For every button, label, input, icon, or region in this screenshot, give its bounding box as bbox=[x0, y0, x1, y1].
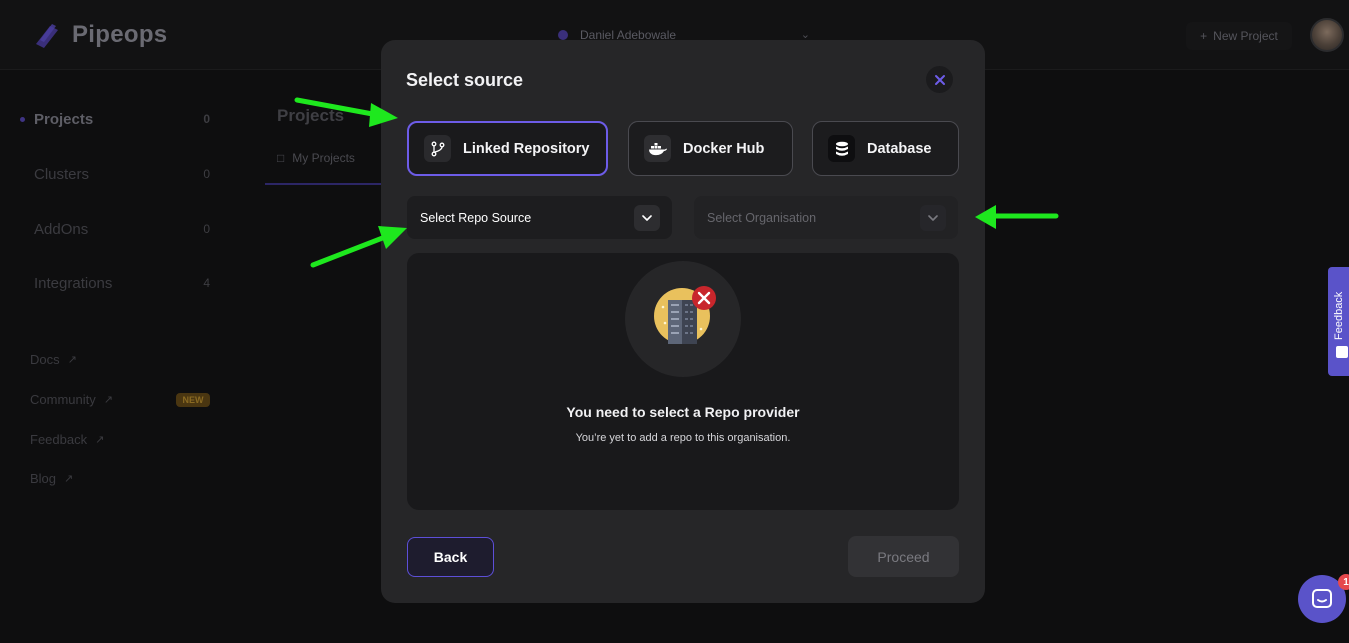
back-button[interactable]: Back bbox=[407, 537, 494, 577]
external-link-icon: ↗ bbox=[103, 394, 113, 406]
proceed-button[interactable]: Proceed bbox=[848, 536, 959, 577]
sidebar-item-count: 0 bbox=[203, 112, 210, 126]
repo-source-placeholder: Select Repo Source bbox=[420, 210, 532, 225]
user-avatar[interactable] bbox=[1310, 18, 1344, 52]
sidebar-item-label: AddOns bbox=[34, 220, 89, 238]
new-project-button[interactable]: + New Project bbox=[1186, 22, 1292, 50]
tab-docker-hub[interactable]: Docker Hub bbox=[628, 121, 793, 176]
sidebar-link-docs[interactable]: Docs ↗ bbox=[30, 352, 77, 367]
tab-my-projects[interactable]: □ My Projects bbox=[277, 151, 355, 165]
database-icon bbox=[828, 135, 855, 162]
sidebar-link-community[interactable]: Community ↗ bbox=[30, 392, 113, 407]
empty-state-subtitle: You’re yet to add a repo to this organis… bbox=[575, 432, 791, 444]
organisation-placeholder: Select Organisation bbox=[707, 210, 817, 225]
select-source-modal: Select source Linked Repository Docker H… bbox=[381, 40, 985, 603]
empty-state-illustration bbox=[625, 261, 741, 377]
docker-whale-icon bbox=[644, 135, 671, 162]
sidebar-link-label: Feedback bbox=[30, 432, 88, 447]
tab-database[interactable]: Database bbox=[812, 121, 959, 176]
feedback-icon bbox=[1336, 346, 1348, 358]
sidebar-link-label: Community bbox=[30, 392, 96, 407]
sidebar-item-label: Projects bbox=[34, 110, 94, 128]
sidebar-link-feedback[interactable]: Feedback ↗ bbox=[30, 432, 104, 447]
chevron-down-icon bbox=[634, 205, 660, 231]
sidebar-item-addons[interactable]: AddOns 0 bbox=[34, 217, 210, 241]
sidebar-link-label: Blog bbox=[30, 471, 57, 486]
sidebar-link-label: Docs bbox=[30, 352, 60, 367]
app-name: Pipeops bbox=[72, 21, 168, 48]
tab-linked-repository[interactable]: Linked Repository bbox=[407, 121, 608, 176]
page-title: Projects bbox=[277, 106, 345, 125]
new-project-label: New Project bbox=[1213, 29, 1278, 43]
plus-icon: + bbox=[1200, 29, 1208, 43]
document-icon: □ bbox=[277, 151, 285, 165]
sidebar-item-projects[interactable]: Projects 0 bbox=[34, 107, 210, 131]
sidebar-item-count: 0 bbox=[203, 222, 210, 236]
active-indicator bbox=[20, 117, 25, 122]
sidebar-item-count: 4 bbox=[203, 276, 210, 290]
modal-title: Select source bbox=[406, 70, 524, 90]
empty-state-panel: You need to select a Repo provider You’r… bbox=[407, 253, 959, 510]
pipeops-logo-icon bbox=[36, 24, 58, 48]
tab-label: Docker Hub bbox=[683, 140, 765, 157]
empty-state-title: You need to select a Repo provider bbox=[566, 404, 800, 420]
new-badge: NEW bbox=[176, 393, 210, 407]
app-logo[interactable]: Pipeops bbox=[30, 18, 167, 52]
server-error-icon bbox=[654, 286, 716, 344]
chat-notification-badge: 1 bbox=[1338, 574, 1349, 590]
external-link-icon: ↗ bbox=[64, 473, 74, 485]
tab-underline bbox=[265, 183, 395, 185]
org-avatar bbox=[558, 30, 568, 40]
external-link-icon: ↗ bbox=[67, 354, 77, 366]
sidebar: Projects 0 Clusters 0 AddOns 0 Integrati… bbox=[0, 70, 240, 643]
tab-label: Database bbox=[867, 140, 932, 157]
sidebar-link-blog[interactable]: Blog ↗ bbox=[30, 471, 73, 486]
organisation-select[interactable]: Select Organisation bbox=[694, 196, 958, 239]
chat-icon bbox=[1312, 589, 1332, 608]
tab-label: My Projects bbox=[292, 151, 355, 165]
external-link-icon: ↗ bbox=[95, 434, 105, 446]
sidebar-item-count: 0 bbox=[203, 167, 210, 181]
feedback-side-tab-label: Feedback bbox=[1333, 291, 1345, 340]
git-branch-icon bbox=[424, 135, 451, 162]
close-icon bbox=[934, 74, 945, 85]
sidebar-item-label: Integrations bbox=[34, 274, 113, 292]
close-button[interactable] bbox=[926, 66, 953, 93]
repo-source-select[interactable]: Select Repo Source bbox=[407, 196, 672, 239]
sidebar-item-clusters[interactable]: Clusters 0 bbox=[34, 162, 210, 186]
sidebar-item-label: Clusters bbox=[34, 165, 90, 183]
sidebar-item-integrations[interactable]: Integrations 4 bbox=[34, 271, 210, 295]
tab-label: Linked Repository bbox=[463, 140, 590, 157]
chevron-down-icon bbox=[920, 205, 946, 231]
